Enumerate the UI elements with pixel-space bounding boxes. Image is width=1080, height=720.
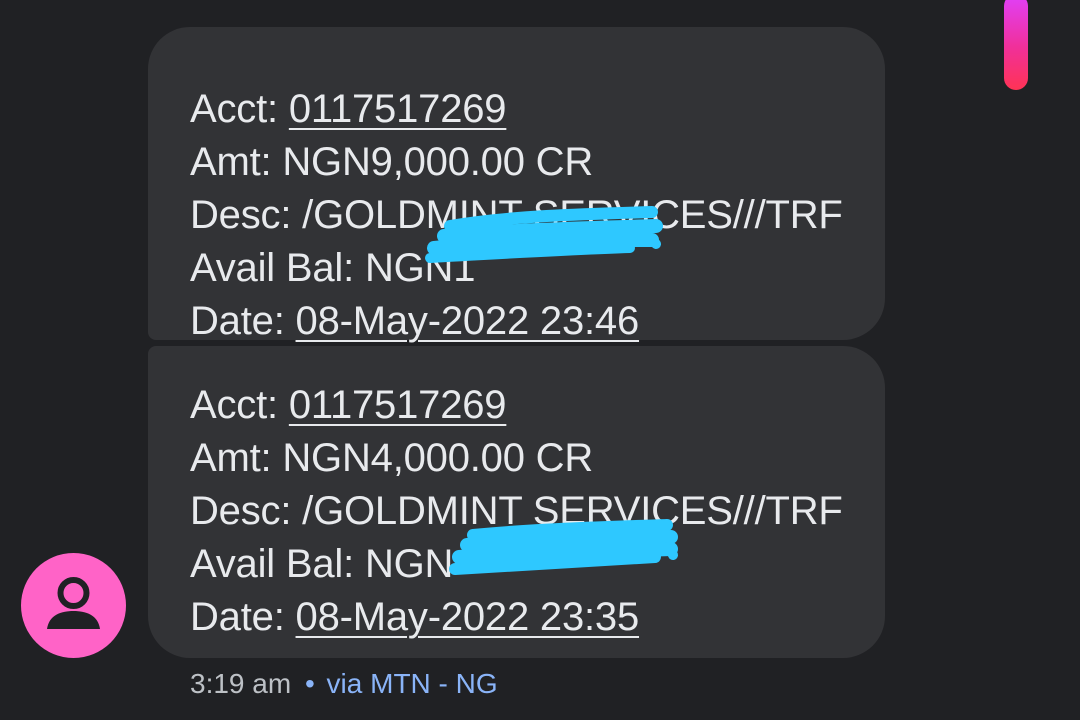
- message-bubble[interactable]: Acct: 0117517269 Amt: NGN9,000.00 CR Des…: [148, 27, 885, 343]
- description-value: /GOLDMINT SERVICES///TRF: [302, 489, 843, 533]
- conversation-screen: Acct: 0117517269 Amt: NGN9,000.00 CR Des…: [0, 0, 1080, 720]
- acct-line: Acct: 0117517269: [190, 379, 885, 432]
- person-icon: [47, 577, 100, 629]
- description-value: /GOLDMINT SERVICES///TRF: [302, 193, 843, 237]
- date-line: Date: 08-May-2022 23:46: [190, 295, 885, 348]
- amt-label: Amt:: [190, 140, 272, 184]
- amount-line: Amt: NGN4,000.00 CR: [190, 432, 885, 485]
- message-time: 3:19 am: [190, 668, 292, 699]
- description-line: Desc: /GOLDMINT SERVICES///TRF: [190, 485, 885, 538]
- date-link[interactable]: 08-May-2022 23:35: [296, 595, 640, 639]
- date-label: Date:: [190, 299, 285, 343]
- carrier-label: via MTN - NG: [326, 668, 498, 699]
- amount-value: NGN4,000.00 CR: [282, 436, 594, 480]
- balance-line: Avail Bal: NGN: [190, 538, 885, 591]
- message-meta: 3:19 am • via MTN - NG: [190, 665, 498, 703]
- account-number-link[interactable]: 0117517269: [289, 87, 507, 131]
- amt-label: Amt:: [190, 436, 272, 480]
- date-link[interactable]: 08-May-2022 23:46: [296, 299, 640, 343]
- date-line: Date: 08-May-2022 23:35: [190, 591, 885, 644]
- acct-line: Acct: 0117517269: [190, 83, 885, 136]
- acct-label: Acct:: [190, 87, 278, 131]
- amount-value: NGN9,000.00 CR: [282, 140, 594, 184]
- message-bubble[interactable]: Acct: 0117517269 Amt: NGN4,000.00 CR Des…: [148, 346, 885, 658]
- date-label: Date:: [190, 595, 285, 639]
- desc-label: Desc:: [190, 193, 292, 237]
- desc-label: Desc:: [190, 489, 292, 533]
- acct-label: Acct:: [190, 383, 278, 427]
- scrollbar-thumb[interactable]: [1004, 0, 1028, 90]
- sender-avatar[interactable]: [21, 553, 126, 658]
- balance-value: NGN: [364, 542, 454, 586]
- bal-label: Avail Bal:: [190, 542, 355, 586]
- amount-line: Amt: NGN9,000.00 CR: [190, 136, 885, 189]
- balance-value: NGN1: [364, 246, 476, 290]
- bal-label: Avail Bal:: [190, 246, 355, 290]
- meta-separator: •: [304, 668, 315, 699]
- description-line: Desc: /GOLDMINT SERVICES///TRF: [190, 189, 885, 242]
- balance-line: Avail Bal: NGN1: [190, 242, 885, 295]
- account-number-link[interactable]: 0117517269: [289, 383, 507, 427]
